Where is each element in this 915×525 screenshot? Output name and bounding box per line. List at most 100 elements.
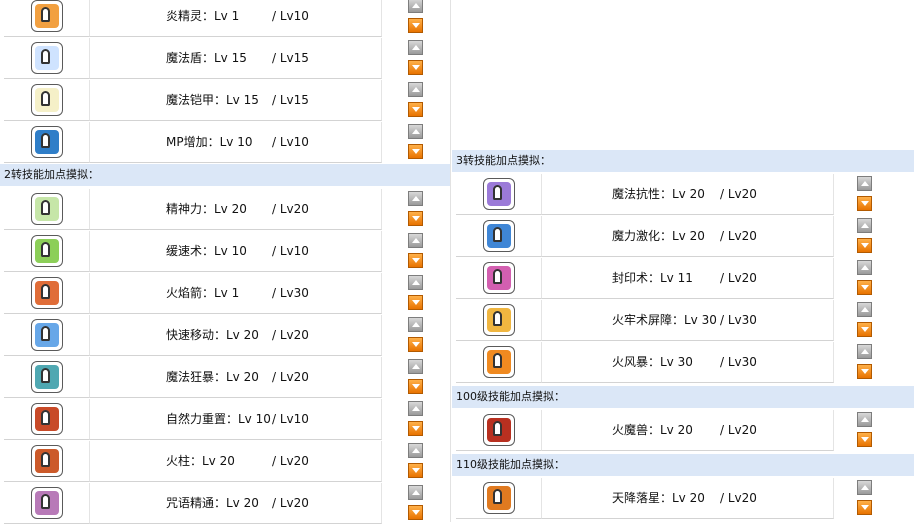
level-down-button[interactable] [857, 500, 872, 515]
level-down-button[interactable] [408, 18, 423, 33]
skill-icon-cell [456, 478, 542, 519]
level-down-button[interactable] [857, 432, 872, 447]
level-down-button[interactable] [408, 505, 423, 520]
level-down-button[interactable] [408, 144, 423, 159]
arrow-down-icon [860, 201, 869, 206]
skill-level-cell: 缓速术：Lv 10 / Lv10 [90, 231, 382, 272]
level-down-button[interactable] [857, 196, 872, 211]
level-up-button[interactable] [857, 218, 872, 233]
level-down-button[interactable] [408, 463, 423, 478]
arrow-up-icon [860, 265, 869, 270]
level-down-button[interactable] [857, 364, 872, 379]
level-up-button[interactable] [408, 233, 423, 248]
skill-level-cell: 魔法铠甲：Lv 15 / Lv15 [90, 80, 382, 121]
skill-icon-cell [456, 342, 542, 383]
skill-level-cell: 自然力重置：Lv 10/ Lv10 [90, 399, 382, 440]
skill-name-level: 火风暴：Lv 30 [612, 355, 693, 369]
level-up-button[interactable] [408, 40, 423, 55]
level-up-button[interactable] [857, 412, 872, 427]
level-up-button[interactable] [408, 359, 423, 374]
skill-row: 封印术：Lv 11 / Lv20 [452, 258, 914, 300]
skill-row: 火柱：Lv 20 / Lv20 [0, 441, 450, 483]
level-up-button[interactable] [408, 124, 423, 139]
arrow-up-icon [411, 364, 420, 369]
arrow-down-icon [411, 510, 420, 515]
level-down-button[interactable] [857, 238, 872, 253]
arrow-up-icon [860, 307, 869, 312]
arrow-down-icon [411, 426, 420, 431]
skill-name-level: 魔法铠甲：Lv 15 [166, 93, 259, 107]
level-stepper [408, 231, 444, 273]
level-down-button[interactable] [408, 102, 423, 117]
skill-level-cell: 魔力激化：Lv 20 / Lv20 [542, 216, 834, 257]
skill-max-level: / Lv10 [272, 135, 309, 149]
arrow-down-icon [411, 23, 420, 28]
skill-max-level: / Lv20 [720, 271, 757, 285]
arrow-up-icon [411, 238, 420, 243]
skill-name-level: 自然力重置：Lv 10 [166, 412, 271, 426]
skill-row: MP增加：Lv 10 / Lv10 [0, 122, 450, 164]
level-down-button[interactable] [857, 280, 872, 295]
skill-icon-cell [4, 441, 90, 482]
level-down-button[interactable] [857, 322, 872, 337]
skill-max-level: / Lv20 [272, 202, 309, 216]
level-down-button[interactable] [408, 211, 423, 226]
level-up-button[interactable] [857, 260, 872, 275]
skill-max-level: / Lv30 [720, 313, 757, 327]
level-down-button[interactable] [408, 337, 423, 352]
level-down-button[interactable] [408, 421, 423, 436]
level-up-button[interactable] [408, 485, 423, 500]
level-up-button[interactable] [857, 344, 872, 359]
level-down-button[interactable] [408, 295, 423, 310]
level-stepper [857, 216, 893, 258]
skill-max-level: / Lv20 [720, 229, 757, 243]
arrow-down-icon [411, 65, 420, 70]
element-reset-icon [31, 403, 63, 435]
skill-icon-cell [4, 273, 90, 314]
magic-shield-icon [31, 42, 63, 74]
level-down-button[interactable] [408, 60, 423, 75]
level-up-button[interactable] [408, 82, 423, 97]
skill-row: 炎精灵：Lv 1 / Lv10 [0, 0, 450, 38]
level-up-button[interactable] [408, 0, 423, 13]
level-up-button[interactable] [408, 401, 423, 416]
arrow-up-icon [860, 485, 869, 490]
skill-name-level: 天降落星：Lv 20 [612, 491, 705, 505]
flame-spirit-icon [31, 0, 63, 32]
skill-row: 咒语精通：Lv 20 / Lv20 [0, 483, 450, 525]
arrow-up-icon [411, 87, 420, 92]
skill-name-level: 火牢术屏障：Lv 30 [612, 313, 717, 327]
meditation-icon [31, 193, 63, 225]
skill-level-cell: MP增加：Lv 10 / Lv10 [90, 122, 382, 163]
level-up-button[interactable] [408, 191, 423, 206]
skill-row: 魔法抗性：Lv 20 / Lv20 [452, 174, 914, 216]
skill-row: 火魔兽：Lv 20 / Lv20 [452, 410, 914, 452]
level-up-button[interactable] [408, 443, 423, 458]
level-up-button[interactable] [857, 176, 872, 191]
spell-booster-icon [31, 361, 63, 393]
arrow-up-icon [860, 349, 869, 354]
level-stepper [408, 441, 444, 483]
level-up-button[interactable] [408, 317, 423, 332]
skill-name-level: 火柱：Lv 20 [166, 454, 235, 468]
level-down-button[interactable] [408, 253, 423, 268]
level-stepper [408, 483, 444, 525]
skill-level-cell: 快速移动：Lv 20 / Lv20 [90, 315, 382, 356]
arrow-down-icon [860, 327, 869, 332]
skill-icon-cell [4, 483, 90, 524]
skill-name-level: 火魔兽：Lv 20 [612, 423, 693, 437]
spell-mastery-icon [31, 487, 63, 519]
section-header-level-100: 100级技能加点摸拟： [452, 386, 914, 408]
arrow-down-icon [411, 216, 420, 221]
skill-level-cell: 封印术：Lv 11 / Lv20 [542, 258, 834, 299]
arrow-down-icon [411, 342, 420, 347]
arrow-up-icon [411, 322, 420, 327]
skill-max-level: / Lv20 [272, 496, 309, 510]
arrow-up-icon [411, 448, 420, 453]
level-up-button[interactable] [857, 302, 872, 317]
level-up-button[interactable] [857, 480, 872, 495]
level-down-button[interactable] [408, 379, 423, 394]
level-up-button[interactable] [408, 275, 423, 290]
skill-max-level: / Lv20 [720, 491, 757, 505]
skill-max-level: / Lv15 [272, 51, 309, 65]
